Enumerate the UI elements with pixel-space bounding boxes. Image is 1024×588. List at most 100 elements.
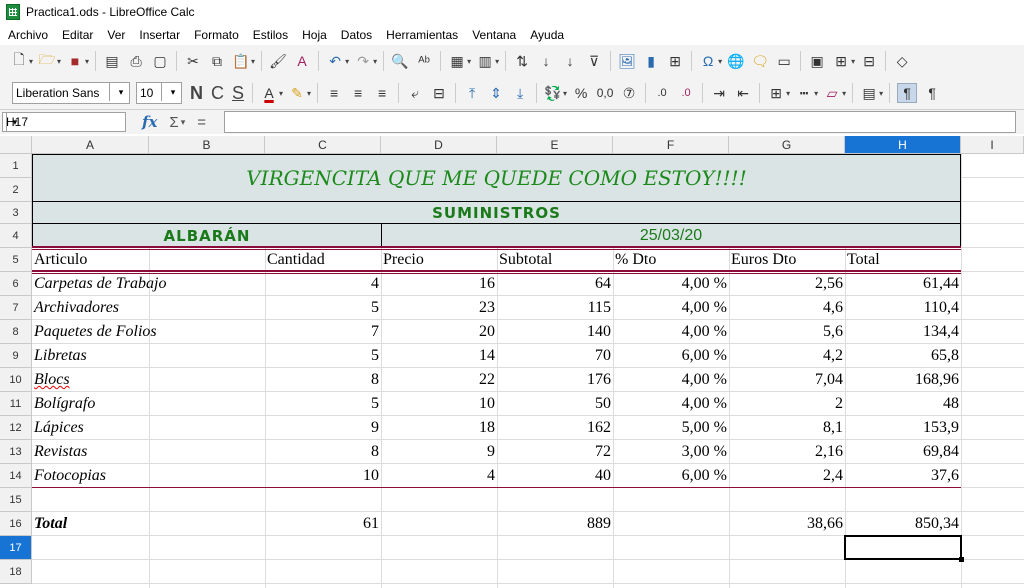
paragraph-icon[interactable]: ¶ xyxy=(923,84,941,102)
column-header-g[interactable]: G xyxy=(729,136,845,154)
menu-archivo[interactable]: Archivo xyxy=(0,28,55,42)
show-draw-functions-icon[interactable]: ◇ xyxy=(893,52,911,70)
date-format-icon[interactable]: ⑦ xyxy=(620,84,638,102)
wrap-text-icon[interactable]: ⤶ xyxy=(406,84,424,102)
sum-icon[interactable]: Σ xyxy=(169,114,178,131)
row-header-16[interactable]: 16 xyxy=(0,512,32,536)
chevron-down-icon[interactable]: ▾ xyxy=(467,57,471,66)
borders-icon[interactable]: ⊞ xyxy=(767,84,785,102)
paste-icon[interactable]: 📋 xyxy=(232,52,250,70)
chevron-down-icon[interactable]: ▾ xyxy=(786,89,790,98)
increase-indent-icon[interactable]: ⇥ xyxy=(710,84,728,102)
row-header-6[interactable]: 6 xyxy=(0,272,32,296)
menu-formato[interactable]: Formato xyxy=(187,28,246,42)
font-color-icon[interactable]: A xyxy=(260,84,278,102)
row-header-1[interactable]: 1 xyxy=(0,154,32,178)
column-header-e[interactable]: E xyxy=(497,136,613,154)
column-header-h[interactable]: H xyxy=(845,136,961,154)
align-right-icon[interactable]: ≡ xyxy=(373,84,391,102)
column-header-a[interactable]: A xyxy=(32,136,149,154)
chevron-down-icon[interactable]: ▾ xyxy=(851,57,855,66)
bold-button[interactable]: N xyxy=(190,83,203,104)
row-header-3[interactable]: 3 xyxy=(0,202,32,224)
special-character-icon[interactable]: Ω xyxy=(699,52,717,70)
row-header-4[interactable]: 4 xyxy=(0,224,32,248)
chevron-down-icon[interactable]: ▾ xyxy=(718,57,722,66)
redo-icon[interactable]: ↷ xyxy=(354,52,372,70)
row-header-5[interactable]: 5 xyxy=(0,248,32,272)
undo-icon[interactable]: ↶ xyxy=(326,52,344,70)
select-all-corner[interactable] xyxy=(0,136,32,154)
percent-format-button[interactable]: % xyxy=(572,84,590,102)
column-header-f[interactable]: F xyxy=(613,136,729,154)
row-header-2[interactable]: 2 xyxy=(0,178,32,202)
open-folder-icon[interactable]: 🗁 xyxy=(38,51,56,70)
chevron-down-icon[interactable]: ▾ xyxy=(251,57,255,66)
column-icon[interactable]: ▥ xyxy=(476,52,494,70)
row-header-10[interactable]: 10 xyxy=(0,368,32,392)
menu-herramientas[interactable]: Herramientas xyxy=(379,28,465,42)
comment-icon[interactable]: 🗨 xyxy=(751,52,769,70)
chevron-down-icon[interactable]: ▾ xyxy=(879,89,883,98)
number-format-button[interactable]: 0,0 xyxy=(596,84,614,102)
highlight-color-icon[interactable]: ✎ xyxy=(288,84,306,102)
selected-cell-h17[interactable] xyxy=(844,535,964,562)
menu-ventana[interactable]: Ventana xyxy=(465,28,523,42)
new-document-icon[interactable]: 🗋 xyxy=(10,51,28,70)
chevron-down-icon[interactable]: ▾ xyxy=(814,89,818,98)
chevron-down-icon[interactable]: ▾ xyxy=(161,83,181,101)
clear-formatting-icon[interactable]: A xyxy=(293,52,311,70)
font-size-box[interactable]: 10 ▾ xyxy=(136,82,182,104)
chevron-down-icon[interactable]: ▾ xyxy=(842,89,846,98)
chevron-down-icon[interactable]: ▾ xyxy=(181,117,186,128)
row-header-18[interactable]: 18 xyxy=(0,560,32,584)
chevron-down-icon[interactable]: ▾ xyxy=(85,57,89,66)
pivot-table-icon[interactable]: ⊞ xyxy=(666,52,684,70)
column-header-d[interactable]: D xyxy=(381,136,497,154)
column-header-c[interactable]: C xyxy=(265,136,381,154)
font-name-box[interactable]: Liberation Sans ▾ xyxy=(12,82,130,104)
border-style-icon[interactable]: ┅ xyxy=(795,84,813,102)
chevron-down-icon[interactable]: ▾ xyxy=(307,89,311,98)
autofilter-icon[interactable]: ⊽ xyxy=(585,52,603,70)
align-top-icon[interactable]: ⤒ xyxy=(463,84,481,102)
align-bottom-icon[interactable]: ⤓ xyxy=(511,84,529,102)
merge-center-icon[interactable]: ⊟ xyxy=(430,84,448,102)
row-header-15[interactable]: 15 xyxy=(0,488,32,512)
chevron-down-icon[interactable]: ▾ xyxy=(109,83,129,101)
name-box[interactable]: H17 ▾ xyxy=(2,112,126,132)
cut-icon[interactable]: ✂ xyxy=(184,52,202,70)
insert-chart-icon[interactable]: ▮ xyxy=(642,52,660,70)
chevron-down-icon[interactable]: ▾ xyxy=(373,57,377,66)
chevron-down-icon[interactable]: ▾ xyxy=(29,57,33,66)
conditional-format-icon[interactable]: ▤ xyxy=(860,84,878,102)
print-icon[interactable]: ⎙ xyxy=(127,52,145,70)
currency-format-icon[interactable]: 💱 xyxy=(544,84,562,102)
define-print-area-icon[interactable]: ▣ xyxy=(808,52,826,70)
menu-ayuda[interactable]: Ayuda xyxy=(523,28,571,42)
row-header-13[interactable]: 13 xyxy=(0,440,32,464)
formula-input[interactable] xyxy=(223,111,1016,133)
formula-equals-icon[interactable]: = xyxy=(197,114,206,131)
align-middle-icon[interactable]: ⇕ xyxy=(487,84,505,102)
align-center-icon[interactable]: ≡ xyxy=(349,84,367,102)
formatting-marks-icon[interactable]: ¶ xyxy=(897,83,918,103)
sort-ascending-icon[interactable]: ↓ xyxy=(537,52,555,70)
column-header-i[interactable]: I xyxy=(961,136,1024,154)
chevron-down-icon[interactable]: ▾ xyxy=(495,57,499,66)
chevron-down-icon[interactable]: ▾ xyxy=(6,113,23,131)
delete-decimal-icon[interactable]: .0 xyxy=(677,84,695,102)
row-header-12[interactable]: 12 xyxy=(0,416,32,440)
copy-icon[interactable]: ⧉ xyxy=(208,52,226,70)
export-pdf-icon[interactable]: ▤ xyxy=(103,52,121,70)
add-decimal-icon[interactable]: .0 xyxy=(653,84,671,102)
print-preview-icon[interactable]: ▢ xyxy=(151,52,169,70)
align-left-icon[interactable]: ≡ xyxy=(325,84,343,102)
spelling-icon[interactable]: ᴬᵇ xyxy=(415,52,433,70)
clone-formatting-icon[interactable]: 🖌 xyxy=(269,52,287,70)
italic-button[interactable]: C xyxy=(211,83,224,104)
row-icon[interactable]: ▦ xyxy=(448,52,466,70)
save-icon[interactable]: ■ xyxy=(66,52,84,70)
menu-editar[interactable]: Editar xyxy=(55,28,100,42)
row-header-7[interactable]: 7 xyxy=(0,296,32,320)
